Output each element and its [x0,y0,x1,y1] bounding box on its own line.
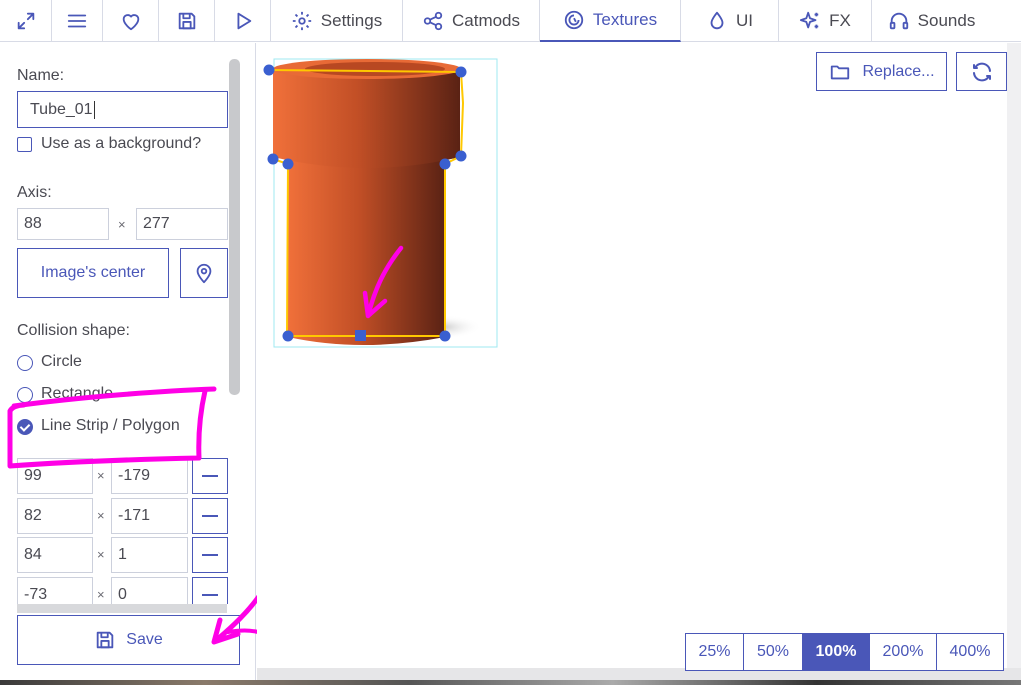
texture-preview [263,58,498,348]
tab-settings[interactable]: Settings [271,0,403,42]
point-2-x-input[interactable]: 82 [17,498,93,534]
headphones-icon [889,12,908,30]
play-button[interactable] [215,0,271,42]
point-2-y-input[interactable]: -171 [111,498,188,534]
panel-horizontal-scrollbar[interactable] [17,604,227,613]
radio-circle[interactable] [17,355,33,371]
zoom-200-button[interactable]: 200% [869,633,937,671]
fullscreen-button[interactable] [0,0,52,42]
replace-button[interactable]: Replace... [816,52,947,91]
point-3-y-input[interactable]: 1 [111,537,188,573]
expand-icon [17,12,34,30]
name-input[interactable]: Tube_01 [17,91,228,128]
folder-icon [831,65,850,79]
tab-catmods[interactable]: Catmods [403,0,540,42]
heart-icon [122,14,139,31]
floppy-icon [178,12,195,30]
favorite-button[interactable] [103,0,159,42]
pick-axis-button[interactable] [180,248,228,298]
save-project-button[interactable] [159,0,215,42]
texture-icon [564,10,584,30]
texture-canvas[interactable]: Replace... [257,43,1007,668]
map-pin-icon [196,263,212,284]
zoom-400-button[interactable]: 400% [936,633,1004,671]
tab-label: Sounds [917,11,976,30]
name-label: Name: [17,67,65,84]
background-checkbox[interactable] [17,137,32,152]
taskbar-strip [0,680,1021,685]
refresh-icon [972,62,991,81]
floppy-icon [97,631,114,649]
tab-textures[interactable]: Textures [540,0,681,42]
tab-sounds[interactable]: Sounds [872,0,991,42]
tube-opening [305,62,445,76]
menu-button[interactable] [52,0,103,42]
axis-label: Axis: [17,184,52,201]
point-4-y-input[interactable]: 0 [111,577,188,604]
collision-shape-label: Collision shape: [17,322,130,339]
times-symbol: × [118,217,126,232]
highlight-annotation [7,386,217,469]
radio-circle-label: Circle [41,353,82,370]
save-label: Save [126,631,163,648]
tube-rim [273,69,460,168]
zoom-100-button[interactable]: 100% [802,633,870,671]
zoom-50-button[interactable]: 50% [743,633,803,671]
image-center-label: Image's center [40,264,146,281]
reload-button[interactable] [956,52,1007,91]
point-4-row-clip: -73 × 0 [0,577,229,604]
tab-label: FX [829,11,851,30]
axis-x-input[interactable]: 88 [17,208,109,240]
tab-label: Settings [320,11,383,30]
axis-y-input[interactable]: 277 [136,208,228,240]
times-symbol: × [97,508,105,523]
times-symbol: × [97,587,105,602]
tab-label: Catmods [451,11,521,30]
tab-fx[interactable]: FX [779,0,872,42]
share-nodes-icon [423,11,443,31]
times-symbol: × [97,547,105,562]
hamburger-icon [67,14,87,28]
point-3-x-input[interactable]: 84 [17,537,93,573]
text-caret [93,100,95,119]
tab-label: Textures [592,10,658,29]
remove-point-2-button[interactable] [192,498,228,534]
zoom-25-button[interactable]: 25% [685,633,744,671]
canvas-vertical-scrollbar[interactable] [1007,43,1021,668]
image-center-button[interactable]: Image's center [17,248,169,298]
name-value: Tube_01 [30,100,93,118]
background-checkbox-label: Use as a background? [41,135,202,152]
gear-icon [292,11,311,31]
play-icon [237,12,251,30]
point-4-x-input[interactable]: -73 [17,577,93,604]
droplet-icon [710,11,724,30]
replace-label: Replace... [862,62,935,80]
tab-ui[interactable]: UI [681,0,779,42]
tab-label: UI [736,11,753,30]
top-toolbar: Settings Catmods Textures UI FX Sounds [0,0,1021,42]
sparkles-icon [800,11,819,29]
panel-vertical-scrollbar[interactable] [229,59,240,395]
